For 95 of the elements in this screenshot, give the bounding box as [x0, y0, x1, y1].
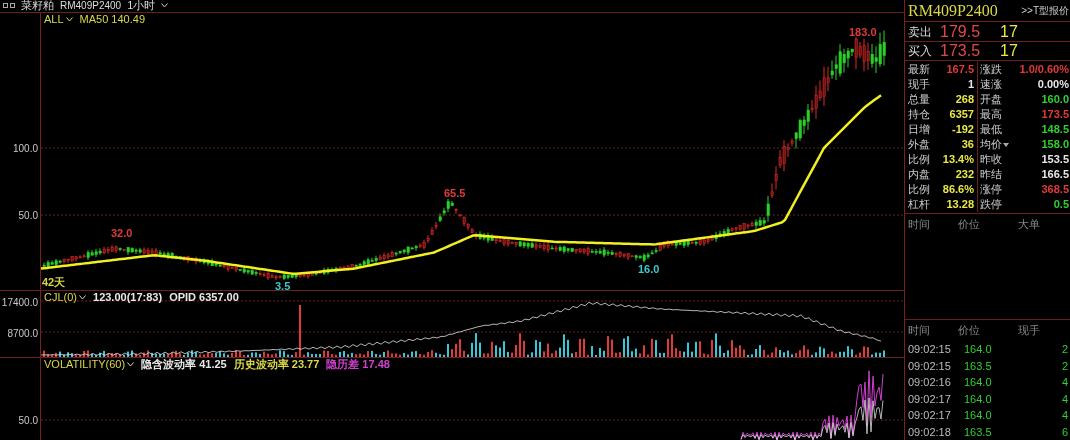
field-value: 173.5 — [1040, 107, 1070, 123]
field-label: 杠杆 — [908, 197, 931, 213]
field-label: 涨跌 — [980, 62, 1002, 78]
price-label: 3.5 — [275, 280, 291, 290]
axis-label: 100.0 — [12, 142, 38, 154]
field-value: 36 — [960, 137, 975, 153]
field-label: 持仓 — [908, 107, 931, 123]
quote-price: 173.5 — [940, 43, 982, 60]
tick-price: 164.0 — [964, 409, 993, 422]
tick-time: 09:02:16 — [908, 376, 952, 389]
axis-label: 50.0 — [18, 209, 38, 221]
field-value: 0.5 — [1052, 197, 1070, 213]
tick-price: 164.0 — [964, 392, 993, 405]
quote-size: 17 — [1000, 43, 1019, 60]
column-header: 大单 — [1018, 217, 1041, 233]
price-label: 183.0 — [849, 26, 877, 38]
field-value: -192 — [950, 122, 975, 138]
product-name: 菜籽粕 — [21, 0, 54, 12]
price-label: 32.0 — [111, 227, 133, 239]
field-label: 跌停 — [980, 197, 1002, 213]
field-label: 最低 — [980, 122, 1002, 138]
contract-code: RM409P2400 — [60, 0, 122, 11]
t-quote-link[interactable]: >>T型报价 — [1021, 5, 1069, 16]
field-label: 最高 — [980, 107, 1002, 123]
field-label: 速涨 — [980, 77, 1002, 93]
price-label: 65.5 — [444, 187, 466, 199]
field-label: 均价 — [980, 137, 1002, 153]
field-value: 166.5 — [1040, 167, 1070, 183]
tick-price: 164.0 — [964, 343, 993, 356]
field-label: 最新 — [908, 62, 931, 78]
field-value: 167.5 — [945, 62, 975, 78]
field-value: 232 — [954, 167, 975, 183]
field-value: 13.28 — [945, 197, 975, 213]
tick-volume: 4 — [1060, 376, 1069, 389]
period-selector[interactable]: 1小时 — [127, 0, 156, 12]
column-header: 时间 — [908, 322, 931, 338]
field-value: 13.4% — [941, 152, 975, 168]
tick-volume: 2 — [1060, 343, 1069, 356]
tick-time: 09:02:17 — [908, 392, 952, 405]
field-label: 现手 — [908, 77, 931, 93]
field-label: 日增 — [908, 122, 931, 138]
indicator-reading: 历史波动率 23.77 — [233, 359, 320, 370]
field-value: 368.5 — [1040, 182, 1070, 198]
field-label: 比例 — [908, 152, 931, 168]
tick-price: 163.5 — [964, 359, 993, 372]
tick-time: 09:02:17 — [908, 409, 952, 422]
tick-time: 09:02:18 — [908, 425, 952, 438]
column-header: 现手 — [1018, 322, 1041, 338]
field-value: 268 — [954, 92, 975, 108]
tick-price: 163.5 — [964, 425, 993, 438]
tick-volume: 4 — [1060, 409, 1069, 422]
axis-label: 8700.0 — [7, 327, 38, 339]
axis-label: 50.0 — [18, 414, 38, 426]
indicator-reading: 123.00(17:83) — [93, 291, 163, 303]
field-label: 外盘 — [908, 137, 931, 153]
field-value: 6357 — [948, 107, 975, 123]
tick-volume: 4 — [1060, 392, 1069, 405]
option-symbol: RM409P2400 — [908, 2, 998, 19]
field-label: 开盘 — [980, 92, 1002, 108]
tick-time: 09:02:15 — [908, 343, 952, 356]
field-label: 内盘 — [908, 167, 931, 183]
field-value: 148.5 — [1040, 122, 1070, 138]
days-label: 42天 — [42, 276, 66, 288]
indicator-reading: 隐历差 17.48 — [326, 359, 390, 370]
field-value: 158.0 — [1040, 137, 1070, 153]
field-value: 0.00% — [1036, 77, 1070, 93]
column-header: 时间 — [908, 217, 931, 233]
quote-label: 买入 — [908, 45, 933, 58]
field-value: 160.0 — [1040, 92, 1070, 108]
indicator-reading: OPID 6357.00 — [169, 291, 239, 303]
field-label: 昨结 — [980, 167, 1002, 183]
tick-price: 164.0 — [964, 376, 993, 389]
quote-size: 17 — [1000, 23, 1019, 40]
indicator-reading: 隐含波动率 41.25 — [141, 359, 227, 370]
indicator-selector[interactable]: CJL(0) — [44, 291, 77, 303]
field-label: 总量 — [908, 92, 931, 108]
indicator-selector[interactable]: ALL — [44, 13, 64, 25]
quote-price: 179.5 — [940, 23, 982, 40]
price-label: 16.0 — [638, 263, 660, 275]
column-header: 价位 — [958, 217, 981, 233]
field-label: 昨收 — [980, 152, 1002, 168]
field-value: 1 — [966, 77, 975, 93]
indicator-reading: MA50 140.49 — [79, 13, 145, 25]
column-header: 价位 — [958, 322, 981, 338]
field-value: 153.5 — [1040, 152, 1070, 168]
quote-label: 卖出 — [908, 25, 933, 38]
field-value: 1.0/0.60% — [1018, 62, 1070, 78]
field-label: 比例 — [908, 182, 931, 198]
field-value: 86.6% — [941, 182, 975, 198]
field-label: 涨停 — [980, 182, 1002, 198]
axis-label: 17400.0 — [1, 296, 38, 308]
tick-volume: 2 — [1060, 359, 1069, 372]
tick-time: 09:02:15 — [908, 359, 952, 372]
tick-volume: 6 — [1060, 425, 1069, 438]
indicator-selector[interactable]: VOLATILITY(60) — [44, 359, 126, 370]
